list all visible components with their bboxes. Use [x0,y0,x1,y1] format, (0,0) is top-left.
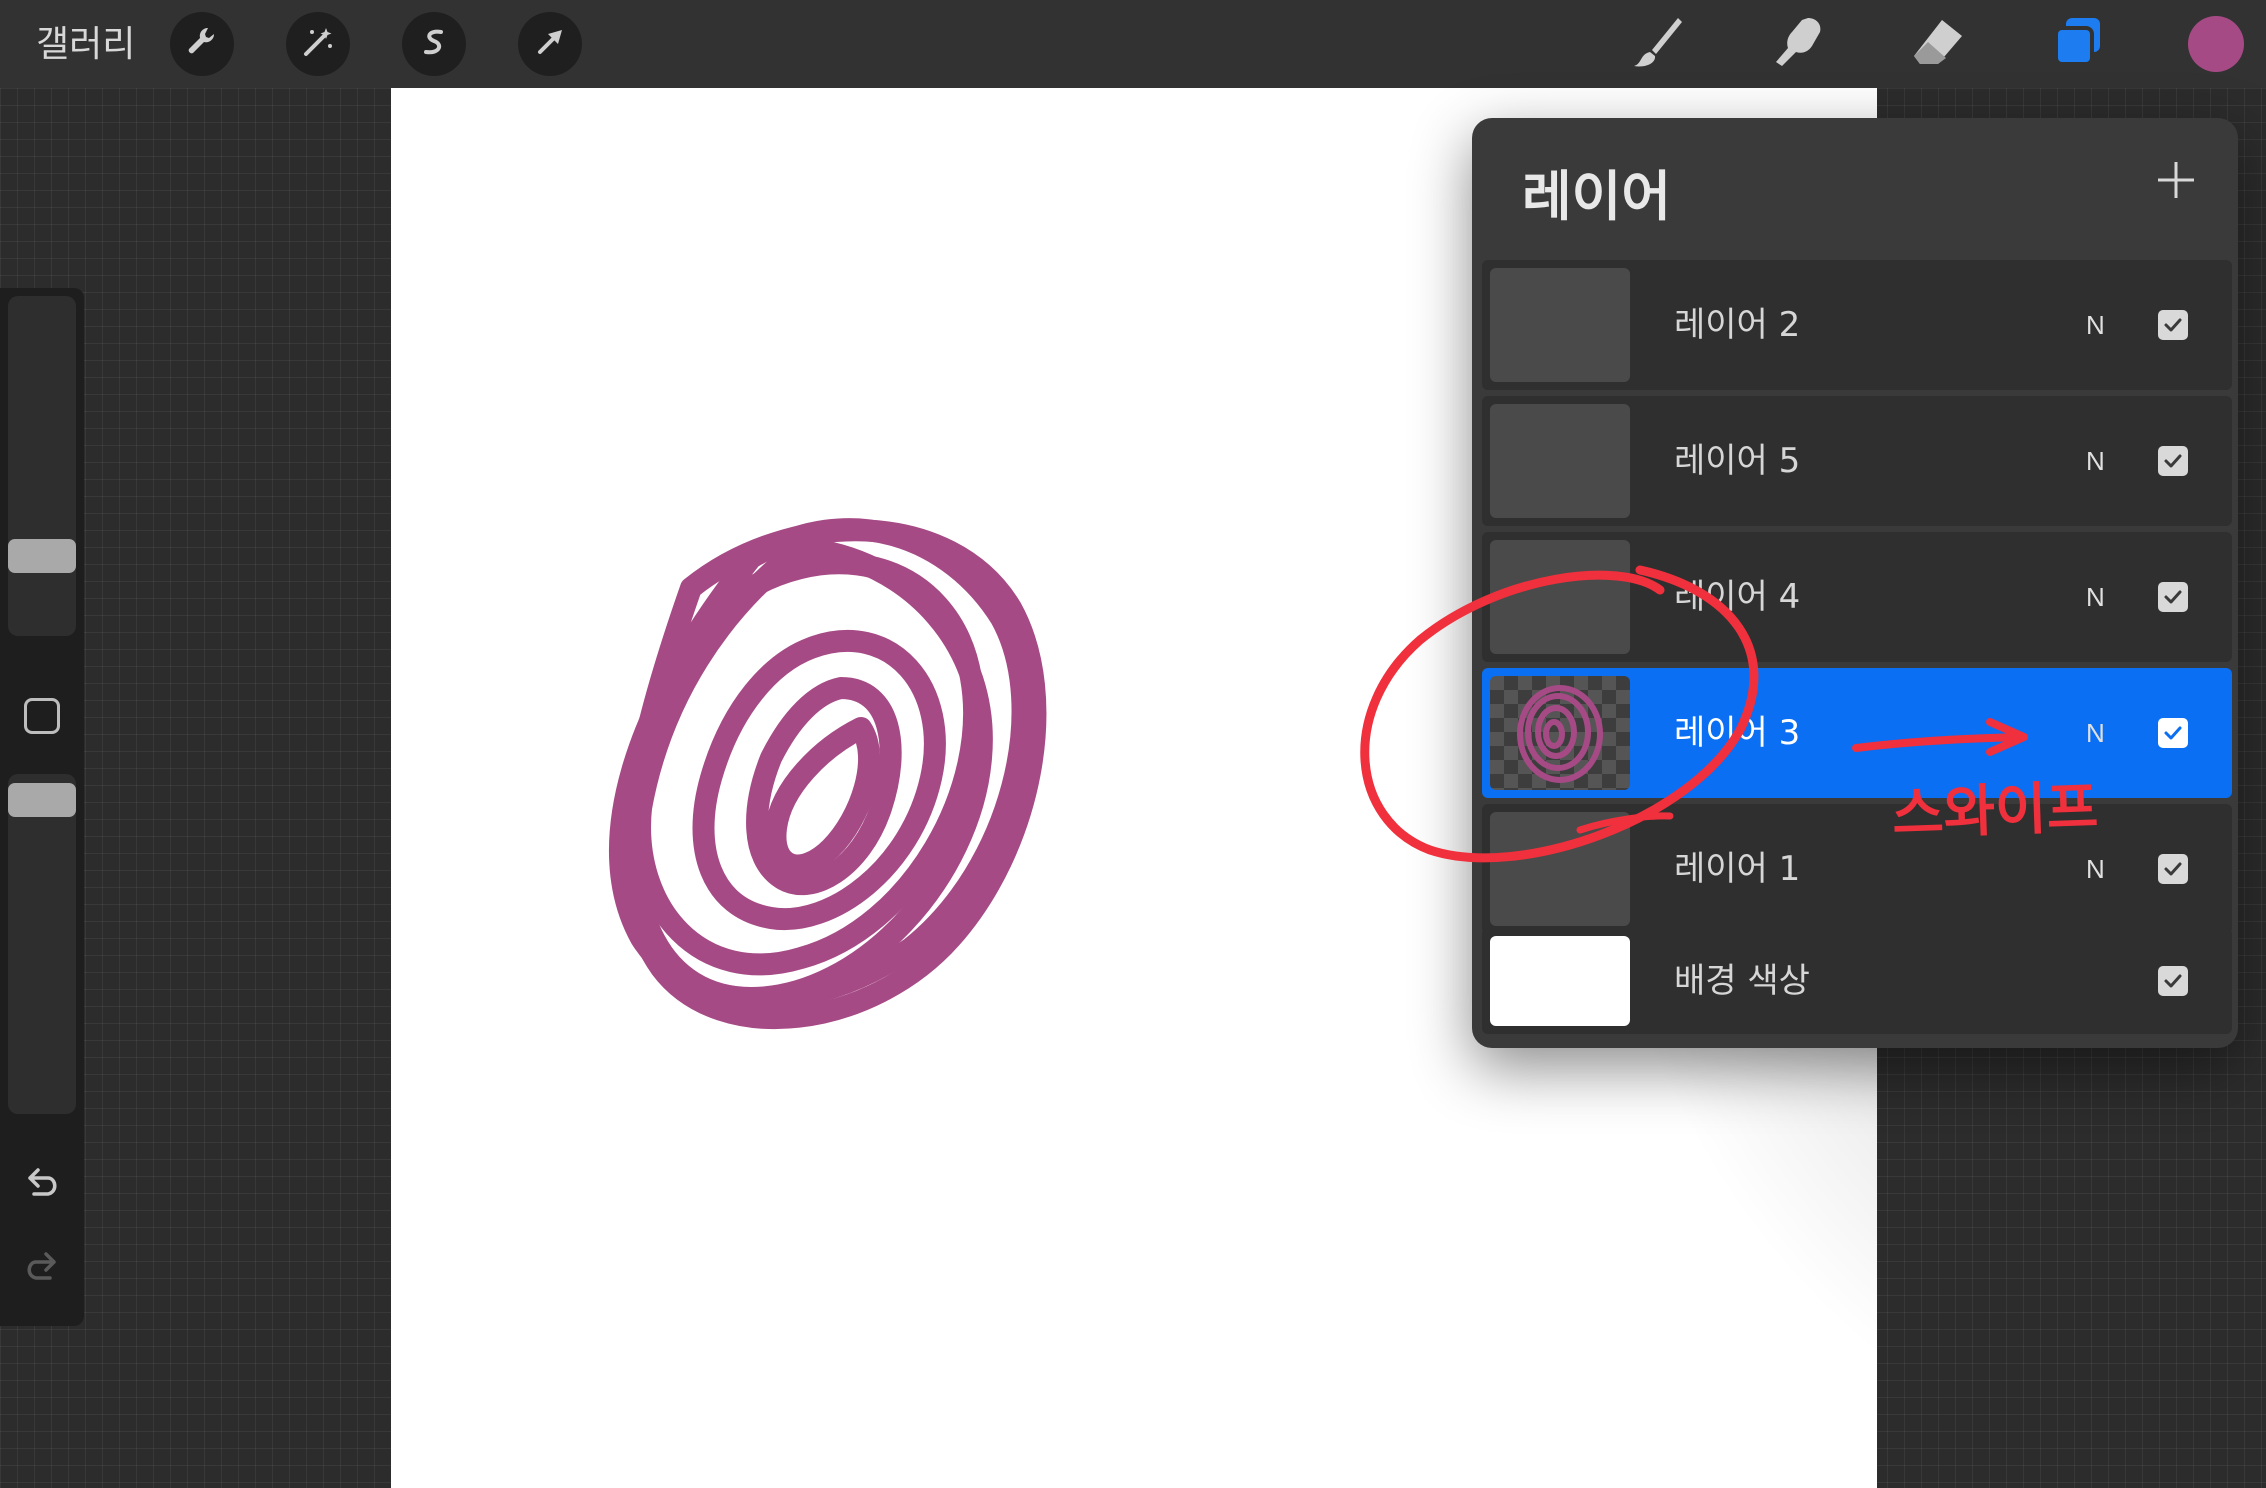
check-icon [2164,862,2182,876]
actions-button[interactable] [170,12,234,76]
check-icon [2164,726,2182,740]
scribble-drawing [608,518,1047,1029]
layer-name: 배경 색상 [1674,961,1810,1001]
brush-icon [1628,12,1688,77]
selection-s-icon [416,24,452,65]
blend-mode-button[interactable]: N [2086,668,2105,798]
check-icon [2164,318,2182,332]
panel-title: 레이어 [1522,165,1672,228]
visibility-checkbox[interactable] [2158,582,2188,612]
undo-button[interactable] [20,1164,64,1208]
left-sidebar [0,288,84,1326]
layer-name: 레이어 3 [1674,713,1801,753]
layers-panel: 레이어 레이어 2 N 레이어 5 N 레이어 4 N 레이어 3 N 레이어 1 N 배경 색상 [1472,118,2238,1048]
transform-button[interactable] [518,12,582,76]
layer-thumbnail[interactable] [1490,540,1630,654]
visibility-checkbox[interactable] [2158,966,2188,996]
layer-row[interactable]: 배경 색상 [1482,928,2232,1034]
modify-button[interactable] [24,698,60,734]
layer-thumbnail[interactable] [1490,676,1630,790]
layer-thumbnail[interactable] [1490,812,1630,926]
plus-icon [2152,162,2200,208]
layer-row[interactable]: 레이어 3 N [1482,668,2232,798]
layer-thumbnail[interactable] [1490,268,1630,382]
wrench-icon [184,24,220,65]
layer-thumbnail[interactable] [1490,404,1630,518]
layer-row[interactable]: 레이어 4 N [1482,532,2232,662]
layers-button[interactable] [2048,14,2108,74]
gallery-button[interactable]: 갤러리 [36,18,135,70]
color-picker-button[interactable] [2188,16,2244,72]
opacity-slider[interactable] [8,774,76,1114]
check-icon [2164,590,2182,604]
opacity-thumb[interactable] [8,782,76,817]
selection-button[interactable] [402,12,466,76]
layer-row[interactable]: 레이어 5 N [1482,396,2232,526]
layer-name: 레이어 5 [1674,441,1801,481]
adjustments-button[interactable] [286,12,350,76]
brush-size-thumb[interactable] [8,538,76,573]
layer-name: 레이어 2 [1674,305,1801,345]
eraser-button[interactable] [1908,14,1968,74]
visibility-checkbox[interactable] [2158,310,2188,340]
blend-mode-button[interactable]: N [2086,260,2105,390]
blend-mode-button[interactable]: N [2086,532,2105,662]
redo-button[interactable] [20,1248,64,1292]
magic-wand-icon [300,24,336,65]
visibility-checkbox[interactable] [2158,718,2188,748]
arrow-cursor-icon [532,24,568,65]
layer-name: 레이어 4 [1674,577,1801,617]
layer-name: 레이어 1 [1674,849,1801,889]
undo-icon [22,1164,62,1209]
visibility-checkbox[interactable] [2158,854,2188,884]
brush-size-slider[interactable] [8,296,76,636]
smudge-hand-icon [1768,12,1828,77]
layer-thumbnail[interactable] [1490,936,1630,1026]
eraser-icon [1908,12,1968,77]
check-icon [2164,974,2182,988]
top-toolbar: 갤러리 [0,0,2266,88]
smudge-button[interactable] [1768,14,1828,74]
redo-icon [22,1248,62,1293]
layer-row[interactable]: 레이어 2 N [1482,260,2232,390]
blend-mode-button[interactable]: N [2086,396,2105,526]
add-layer-button[interactable] [2152,156,2200,204]
layer-row[interactable]: 레이어 1 N [1482,804,2232,934]
visibility-checkbox[interactable] [2158,446,2188,476]
brush-button[interactable] [1628,14,1688,74]
blend-mode-button[interactable]: N [2086,804,2105,934]
check-icon [2164,454,2182,468]
layers-icon [2048,12,2108,77]
